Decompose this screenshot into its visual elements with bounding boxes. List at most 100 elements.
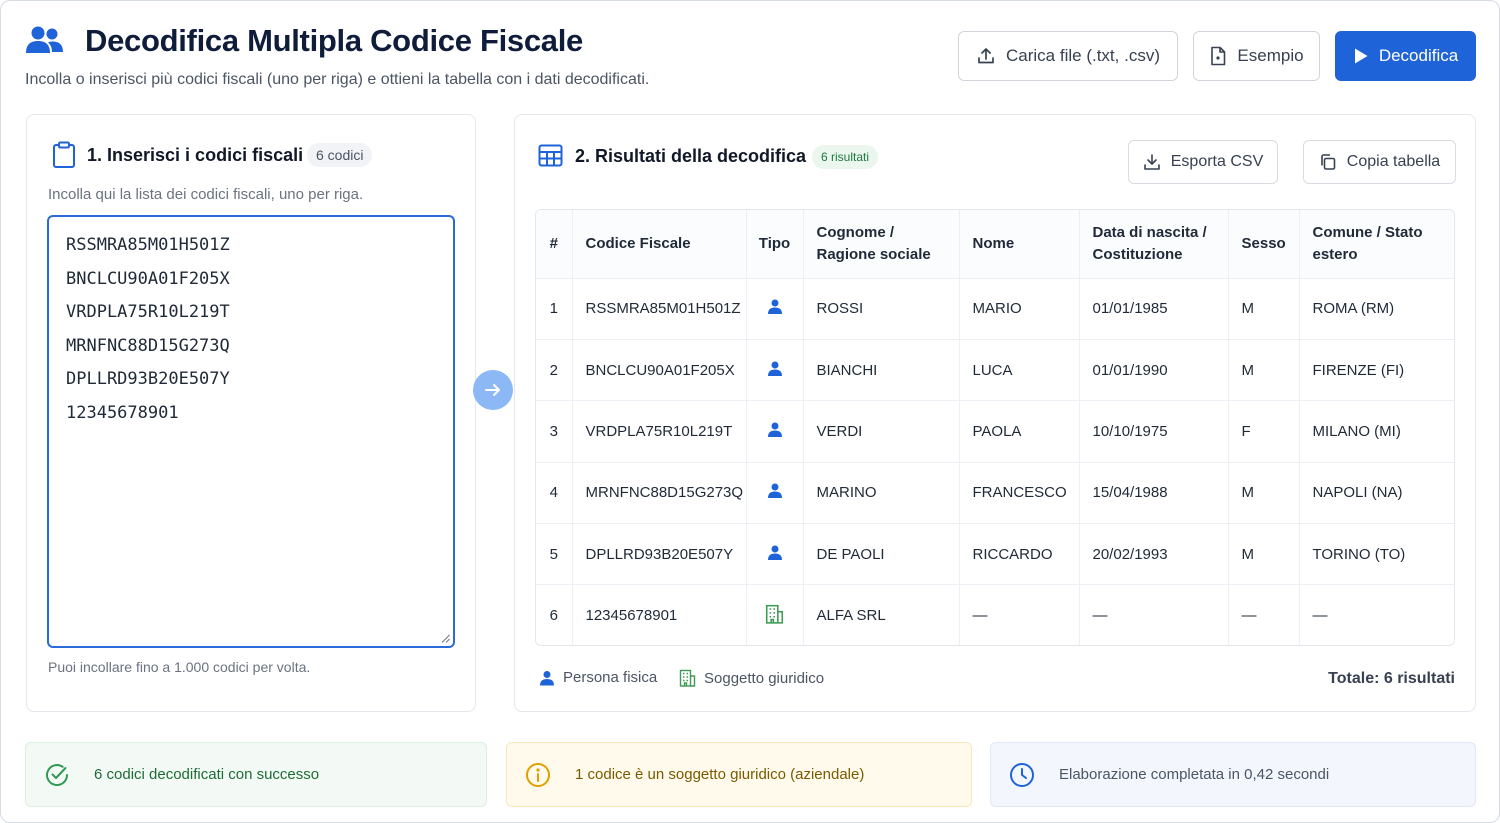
cell-date: — [1079, 584, 1229, 645]
person-icon [767, 545, 782, 560]
cell-index: 4 [536, 462, 573, 525]
arrow-right-icon [473, 370, 513, 410]
column-header-surname: Cognome / Ragione sociale [803, 210, 960, 279]
column-header-sex: Sesso [1228, 210, 1300, 279]
decode-button[interactable]: Decodifica [1335, 31, 1476, 81]
cell-index: 6 [536, 584, 573, 645]
legend-person-label: Persona fisica [563, 669, 658, 686]
code-line: 12345678901 [66, 402, 179, 423]
cell-date: 01/01/1985 [1079, 278, 1229, 340]
column-header-type: Tipo [746, 210, 804, 279]
person-icon [767, 361, 782, 376]
cell-sex: F [1228, 400, 1300, 463]
cell-code: 12345678901 [572, 584, 747, 645]
example-button[interactable]: Esempio [1193, 31, 1320, 81]
cell-sex: M [1228, 278, 1300, 340]
download-icon [1143, 154, 1160, 170]
cell-name: PAOLA [959, 400, 1080, 463]
table-row[interactable]: 3 VRDPLA75R10L219T VERDI PAOLA 10/10/1975 F MI… [536, 400, 1454, 463]
column-header-name: Nome [959, 210, 1080, 279]
person-icon [767, 483, 782, 499]
success-status-text: 6 codici decodificati con successo [94, 766, 320, 783]
export-csv-label: Esporta CSV [1170, 153, 1264, 170]
cell-code: VRDPLA75R10L219T [572, 400, 747, 463]
cell-sex: M [1228, 339, 1300, 402]
cell-type [746, 339, 804, 402]
input-panel: 1. Inserisci i codici fiscali 6 codici I… [26, 114, 476, 712]
cell-index: 5 [536, 523, 573, 586]
cell-name: RICCARDO [959, 523, 1080, 586]
cell-code: RSSMRA85M01H501Z [572, 278, 747, 340]
cell-surname: DE PAOLI [803, 523, 960, 586]
decode-label: Decodifica [1378, 46, 1459, 65]
cell-code: BNCLCU90A01F205X [572, 339, 747, 402]
warning-status-text: 1 codice è un soggetto giuridico (aziend… [575, 766, 865, 783]
cell-type [746, 523, 804, 586]
cell-surname: ALFA SRL [803, 584, 960, 645]
cell-name: FRANCESCO [959, 462, 1080, 525]
codes-textarea[interactable]: RSSMRA85M01H501Z BNCLCU90A01F205X VRDPLA75… [47, 215, 455, 648]
person-icon [767, 299, 782, 315]
column-header-code: Codice Fiscale [572, 210, 747, 279]
page-subtitle: Incolla o inserisci più codici fiscali (… [25, 71, 650, 88]
page-title: Decodifica Multipla Codice Fiscale [85, 23, 583, 58]
cell-date: 20/02/1993 [1079, 523, 1229, 586]
copy-icon [1320, 154, 1336, 170]
upload-file-button[interactable]: Carica file (.txt, .csv) [958, 31, 1178, 81]
table-row[interactable]: 1 RSSMRA85M01H501Z ROSSI MARIO 01/01/1985 M RO… [536, 278, 1454, 340]
input-help-text: Incolla qui la lista dei codici fiscali,… [48, 186, 364, 203]
cell-place: MILANO (MI) [1299, 400, 1454, 463]
cell-place: — [1312, 607, 1328, 625]
info-status-text: Elaborazione completata in 0,42 secondi [1059, 766, 1330, 783]
results-total: Totale: 6 risultati [1328, 670, 1455, 687]
cell-surname: BIANCHI [803, 339, 960, 402]
column-header-date: Data di nascita / Costituzione [1079, 210, 1229, 279]
results-count-badge: 6 risultati [812, 145, 879, 169]
copy-table-button[interactable]: Copia tabella [1303, 140, 1456, 184]
cell-surname: MARINO [803, 462, 960, 525]
cell-sex: M [1228, 523, 1300, 586]
cell-index: 1 [536, 278, 573, 340]
table-row[interactable]: 5 DPLLRD93B20E507Y DE PAOLI RICCARDO 20/02/1… [536, 523, 1454, 586]
building-icon [765, 604, 784, 624]
cell-sex: M [1228, 462, 1300, 525]
table-row[interactable]: 6 12345678901 ALFA SRL — — — — [536, 584, 1454, 645]
code-line: BNCLCU90A01F205X [66, 268, 230, 289]
input-footnote: Puoi incollare fino a 1.000 codici per v… [48, 659, 311, 675]
cell-date: 15/04/1988 [1079, 462, 1229, 525]
cell-name: LUCA [959, 339, 1080, 402]
clock-icon [1010, 762, 1034, 787]
table-icon [538, 144, 563, 167]
example-label: Esempio [1237, 46, 1304, 65]
copy-table-label: Copia tabella [1346, 153, 1441, 170]
table-row[interactable]: 4 MRNFNC88D15G273Q MARINO FRANCESCO 15/04/19… [536, 462, 1454, 525]
users-icon [26, 26, 63, 53]
code-line: RSSMRA85M01H501Z [66, 235, 230, 255]
cell-date: 01/01/1990 [1079, 339, 1229, 402]
table-header-row: # Codice Fiscale Tipo Cognome / Ragione … [536, 210, 1454, 279]
upload-icon [978, 48, 994, 64]
export-csv-button[interactable]: Esporta CSV [1128, 140, 1278, 184]
info-circle-icon [526, 762, 550, 787]
cell-type [746, 584, 804, 645]
cell-name: MARIO [959, 278, 1080, 340]
cell-index: 2 [536, 339, 573, 402]
cell-index: 3 [536, 400, 573, 463]
person-icon [540, 670, 554, 685]
success-status: 6 codici decodificati con successo [25, 742, 487, 807]
upload-file-label: Carica file (.txt, .csv) [1006, 46, 1160, 65]
document-icon [1211, 46, 1226, 66]
app-window: Decodifica Multipla Codice Fiscale Incol… [0, 0, 1500, 823]
cell-type [746, 462, 804, 525]
column-header-place: Comune / Stato estero [1299, 210, 1454, 279]
code-line: DPLLRD93B20E507Y [66, 369, 230, 390]
legend-company: Soggetto giuridico [679, 669, 824, 687]
cell-type [746, 400, 804, 463]
check-circle-icon [46, 763, 68, 786]
cell-place: NAPOLI (NA) [1299, 462, 1454, 525]
resize-handle-icon[interactable] [441, 634, 450, 643]
table-row[interactable]: 2 BNCLCU90A01F205X BIANCHI LUCA 01/01/1990 M F… [536, 339, 1454, 402]
info-status: Elaborazione completata in 0,42 secondi [990, 742, 1476, 807]
column-header-index: # [536, 210, 573, 279]
legend-company-label: Soggetto giuridico [704, 669, 825, 687]
